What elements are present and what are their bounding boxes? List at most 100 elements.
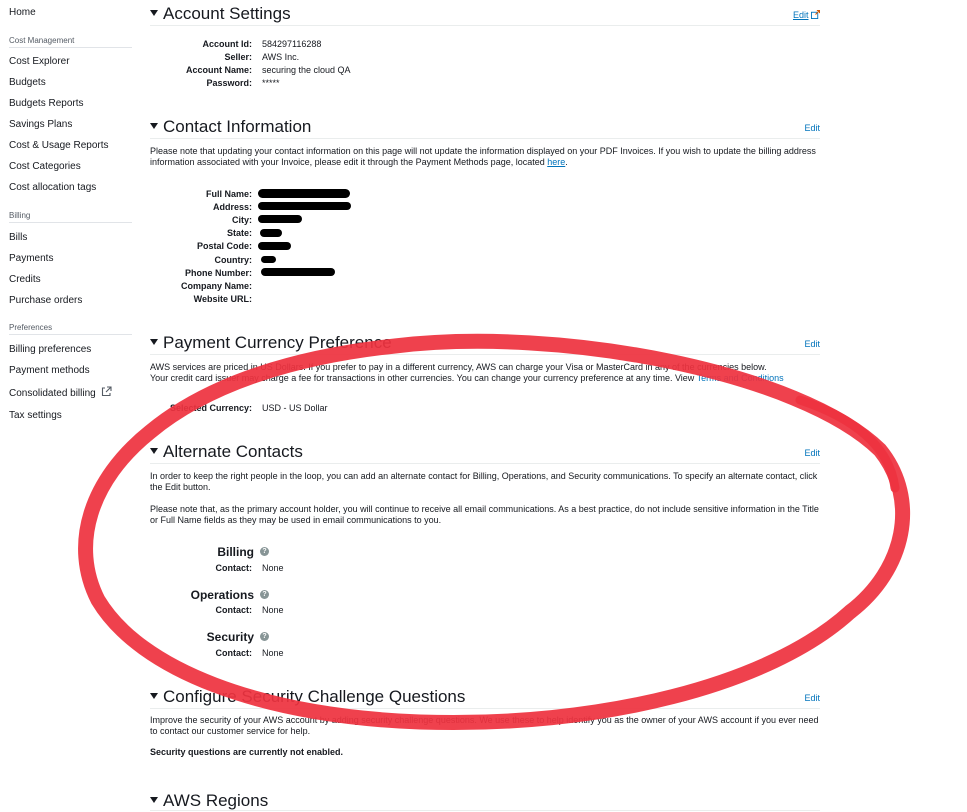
state-label: State:	[226, 228, 252, 238]
alternate-contacts-header[interactable]: Alternate Contacts	[150, 442, 303, 462]
redacted-state	[260, 229, 282, 237]
security-questions-description: Improve the security of your AWS account…	[150, 715, 819, 736]
payment-currency-description: AWS services are priced in US Dollars. I…	[150, 362, 820, 384]
billing-contact-title: Billing	[217, 545, 254, 559]
sidebar-group-billing: Billing	[9, 211, 31, 220]
operations-contact-title: Operations	[190, 588, 254, 602]
sidebar-item-payments[interactable]: Payments	[9, 253, 53, 264]
account-id-value: 584297116288	[262, 39, 322, 49]
security-questions-status: Security questions are currently not ena…	[150, 747, 344, 757]
redacted-phone-number	[261, 268, 335, 276]
alternate-contacts-edit-link[interactable]: Edit	[804, 448, 820, 458]
note-text: Please note that updating your contact i…	[150, 146, 816, 167]
caret-down-icon	[150, 10, 158, 16]
section-title: Alternate Contacts	[163, 442, 303, 461]
operations-contact-label: Contact:	[215, 605, 253, 615]
divider	[9, 222, 132, 223]
note-suffix: .	[565, 157, 568, 167]
section-title: Configure Security Challenge Questions	[163, 687, 466, 706]
redacted-postal-code	[258, 242, 291, 250]
sidebar-group-cost-management: Cost Management	[9, 36, 75, 45]
terms-and-conditions-link[interactable]: Terms and Conditions	[697, 373, 784, 383]
website-url-label: Website URL:	[193, 294, 252, 304]
selected-currency-value: USD - US Dollar	[262, 403, 328, 413]
operations-contact-value: None	[262, 605, 284, 615]
company-name-label: Company Name:	[180, 281, 252, 291]
sidebar-item-tax-settings[interactable]: Tax settings	[9, 410, 62, 421]
sidebar-item-cost-categories[interactable]: Cost Categories	[9, 161, 81, 172]
account-id-label: Account Id:	[202, 39, 253, 49]
caret-down-icon	[150, 693, 158, 699]
divider	[150, 708, 820, 709]
sidebar-item-savings-plans[interactable]: Savings Plans	[9, 119, 72, 130]
sidebar-item-cost-allocation-tags[interactable]: Cost allocation tags	[9, 182, 96, 193]
section-title: AWS Regions	[163, 791, 269, 810]
section-title: Account Settings	[163, 4, 291, 23]
sidebar-item-label: Consolidated billing	[9, 388, 96, 399]
contact-information-header[interactable]: Contact Information	[150, 117, 311, 137]
payment-currency-edit-link[interactable]: Edit	[804, 339, 820, 349]
description-line: Your credit card issuer may charge a fee…	[150, 373, 695, 383]
account-name-value: securing the cloud QA	[262, 65, 351, 75]
divider	[150, 463, 820, 464]
sidebar-group-preferences: Preferences	[9, 323, 53, 332]
billing-contact-value: None	[262, 563, 284, 573]
caret-down-icon	[150, 448, 158, 454]
city-label: City:	[232, 215, 252, 225]
caret-down-icon	[150, 339, 158, 345]
security-contact-value: None	[262, 648, 284, 658]
caret-down-icon	[150, 797, 158, 803]
password-value: *****	[262, 78, 280, 88]
alternate-contacts-note: Please note that, as the primary account…	[150, 504, 819, 525]
seller-label: Seller:	[224, 52, 252, 62]
account-settings-header[interactable]: Account Settings	[150, 4, 291, 24]
external-link-icon	[101, 386, 112, 400]
divider	[9, 334, 132, 335]
sidebar-item-credits[interactable]: Credits	[9, 274, 41, 285]
security-contact-title: Security	[206, 630, 254, 644]
aws-regions-header[interactable]: AWS Regions	[150, 791, 268, 811]
payment-currency-header[interactable]: Payment Currency Preference	[150, 333, 392, 353]
redacted-full-name	[258, 189, 350, 198]
help-icon[interactable]: ?	[260, 547, 269, 556]
sidebar-item-home[interactable]: Home	[9, 7, 36, 18]
billing-contact-label: Contact:	[215, 563, 253, 573]
selected-currency-label: Selected Currency:	[169, 403, 252, 413]
sidebar-item-purchase-orders[interactable]: Purchase orders	[9, 295, 82, 306]
account-settings-edit-link[interactable]: Edit	[792, 9, 821, 20]
sidebar-item-consolidated-billing[interactable]: Consolidated billing	[9, 386, 112, 400]
divider	[150, 138, 820, 139]
main-content: Account Settings Edit Account Id: 584297…	[150, 0, 822, 812]
contact-information-edit-link[interactable]: Edit	[804, 123, 820, 133]
security-contact-label: Contact:	[215, 648, 253, 658]
help-icon[interactable]: ?	[260, 590, 269, 599]
full-name-label: Full Name:	[205, 189, 252, 199]
caret-down-icon	[150, 123, 158, 129]
alternate-contacts-intro: In order to keep the right people in the…	[150, 471, 818, 492]
sidebar-item-billing-preferences[interactable]: Billing preferences	[9, 344, 91, 355]
sidebar-item-payment-methods[interactable]: Payment methods	[9, 365, 90, 376]
sidebar-item-budgets[interactable]: Budgets	[9, 77, 46, 88]
divider	[150, 810, 820, 811]
phone-number-label: Phone Number:	[184, 268, 252, 278]
country-label: Country:	[214, 255, 253, 265]
contact-information-note: Please note that updating your contact i…	[150, 146, 820, 168]
divider	[150, 25, 820, 26]
divider	[9, 47, 132, 48]
redacted-city	[258, 215, 302, 223]
sidebar-item-budgets-reports[interactable]: Budgets Reports	[9, 98, 84, 109]
sidebar-item-cost-explorer[interactable]: Cost Explorer	[9, 56, 70, 67]
sidebar-item-bills[interactable]: Bills	[9, 232, 27, 243]
sidebar-item-cost-usage-reports[interactable]: Cost & Usage Reports	[9, 140, 109, 151]
edit-label: Edit	[792, 10, 809, 20]
divider	[150, 354, 820, 355]
section-title: Payment Currency Preference	[163, 333, 392, 352]
security-questions-edit-link[interactable]: Edit	[804, 693, 820, 703]
payment-methods-here-link[interactable]: here	[547, 157, 565, 167]
seller-value: AWS Inc.	[262, 52, 300, 62]
redacted-country	[261, 256, 276, 263]
security-questions-header[interactable]: Configure Security Challenge Questions	[150, 687, 465, 707]
description-line: AWS services are priced in US Dollars. I…	[150, 362, 767, 372]
help-icon[interactable]: ?	[260, 632, 269, 641]
account-name-label: Account Name:	[185, 65, 252, 75]
